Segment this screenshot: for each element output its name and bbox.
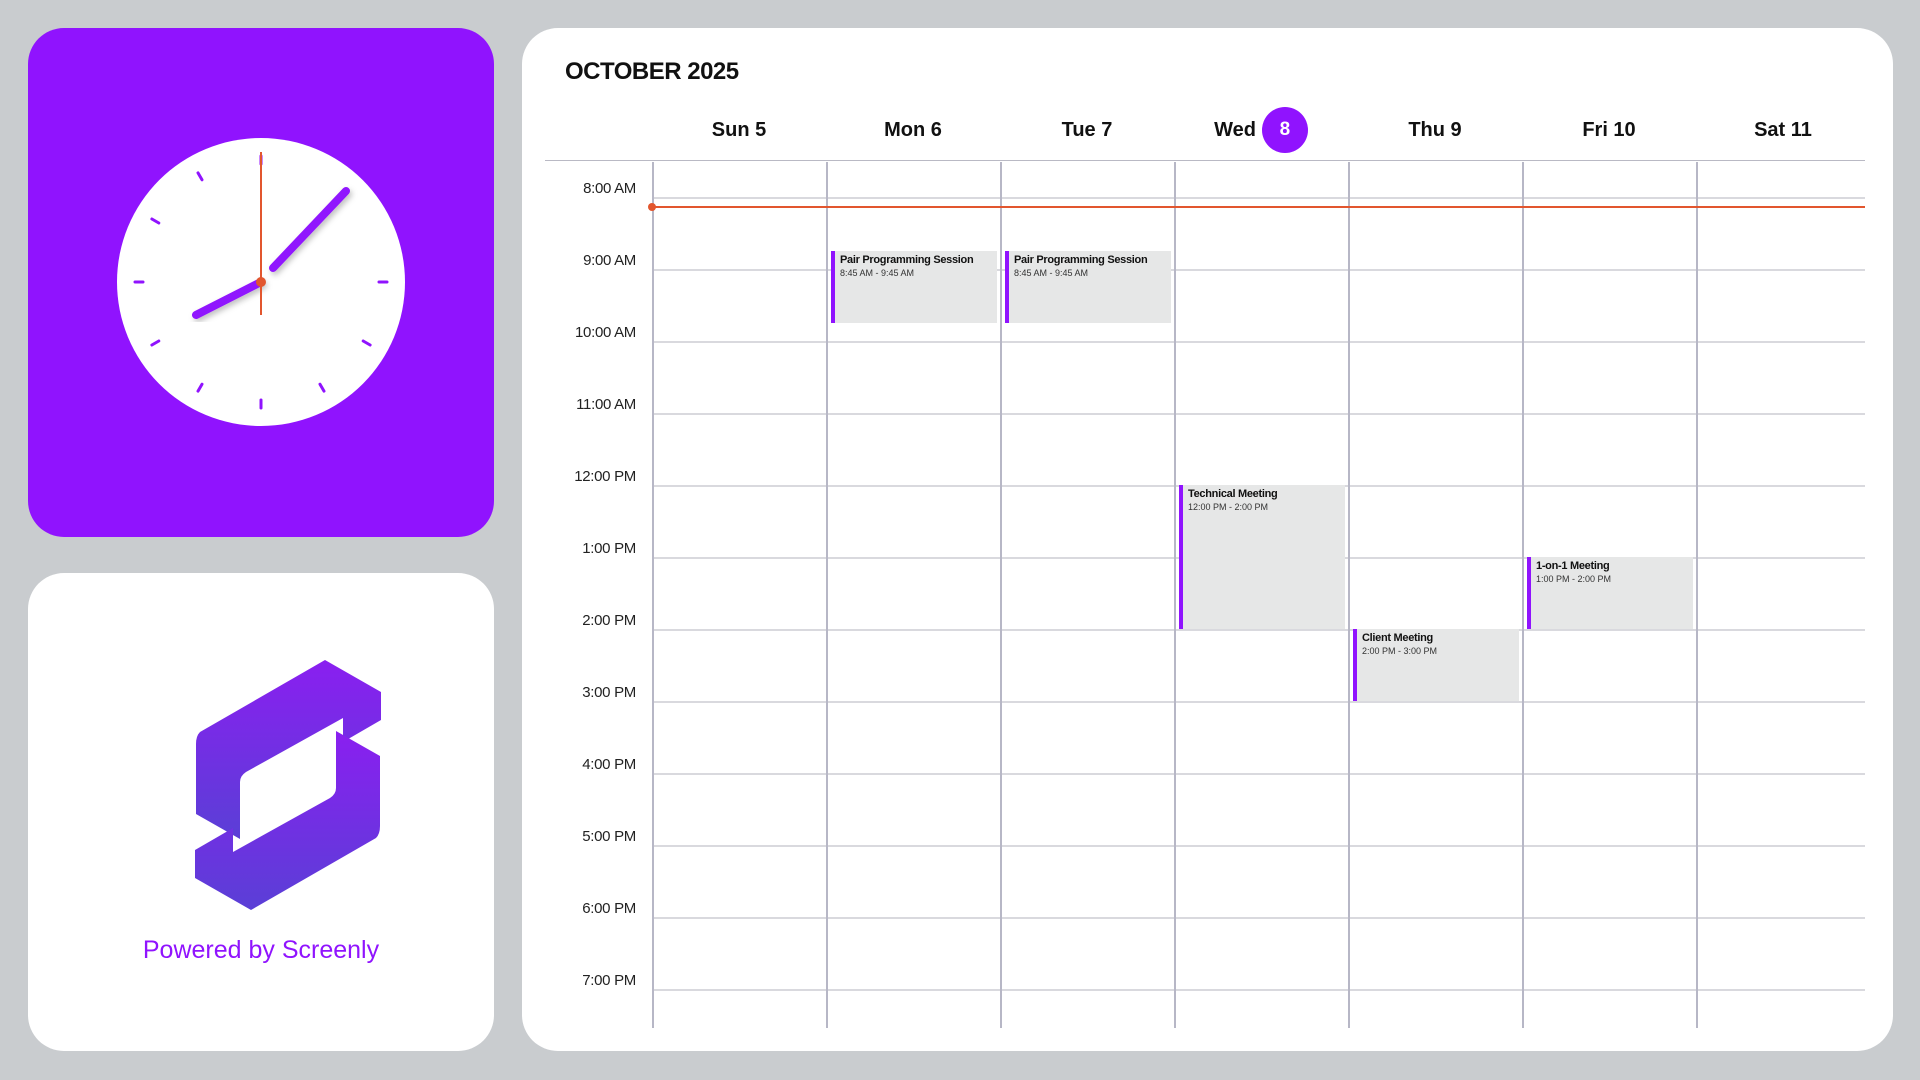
header-divider: [545, 160, 1865, 161]
event-title: Technical Meeting: [1188, 488, 1278, 500]
day-column-divider: [1348, 162, 1350, 1028]
day-name: Fri 10: [1582, 118, 1636, 141]
event-title: 1-on-1 Meeting: [1536, 560, 1610, 572]
day-column-divider: [1522, 162, 1524, 1028]
time-label: 4:00 PM: [582, 756, 636, 773]
event-title: Client Meeting: [1362, 632, 1433, 644]
hour-gridline: [652, 197, 1865, 199]
day-column-divider: [1000, 162, 1002, 1028]
time-label: 11:00 AM: [576, 396, 636, 413]
time-label: 6:00 PM: [582, 900, 636, 917]
calendar-event[interactable]: Pair Programming Session 8:45 AM - 9:45 A…: [831, 251, 997, 323]
today-date-badge: 8: [1261, 107, 1308, 153]
calendar-event[interactable]: 1-on-1 Meeting 1:00 PM - 2:00 PM: [1527, 557, 1693, 629]
calendar-event[interactable]: Client Meeting 2:00 PM - 3:00 PM: [1353, 629, 1519, 701]
hour-gridline: [652, 989, 1865, 991]
day-column-divider: [1174, 162, 1176, 1028]
event-time: 8:45 AM - 9:45 AM: [840, 268, 915, 278]
event-time: 2:00 PM - 3:00 PM: [1362, 646, 1438, 656]
analog-clock: [117, 138, 405, 426]
time-label: 5:00 PM: [582, 828, 636, 845]
day-header-tue: Tue 7: [1000, 106, 1174, 154]
event-title: Pair Programming Session: [840, 254, 974, 266]
hour-gridline: [652, 341, 1865, 343]
clock-widget: [28, 28, 494, 537]
calendar-event[interactable]: Pair Programming Session 8:45 AM - 9:45 A…: [1005, 251, 1171, 323]
powered-by-text: Powered by Screenly: [142, 936, 380, 964]
day-column-divider: [826, 162, 828, 1028]
time-label: 2:00 PM: [582, 612, 636, 629]
time-label: 8:00 AM: [583, 180, 636, 197]
event-title: Pair Programming Session: [1014, 254, 1148, 266]
calendar-event[interactable]: Technical Meeting 12:00 PM - 2:00 PM: [1179, 485, 1345, 629]
time-label: 9:00 AM: [583, 252, 636, 269]
day-name: Wed: [1214, 118, 1256, 141]
day-name: Tue 7: [1061, 118, 1113, 141]
day-header-wed: Wed 8: [1174, 106, 1348, 154]
branding-card: Powered by Screenly: [28, 573, 494, 1051]
day-name: Mon 6: [884, 118, 942, 141]
event-time: 1:00 PM - 2:00 PM: [1536, 574, 1612, 584]
calendar-title: OCTOBER 2025: [565, 58, 739, 85]
day-column-divider: [1696, 162, 1698, 1028]
hour-gridline: [652, 845, 1865, 847]
time-label: 12:00 PM: [574, 468, 636, 485]
hour-gridline: [652, 413, 1865, 415]
current-time-line: [652, 206, 1865, 208]
hour-gridline: [652, 629, 1865, 631]
day-name: Sat 11: [1754, 118, 1812, 141]
hour-gridline: [652, 773, 1865, 775]
event-time: 12:00 PM - 2:00 PM: [1188, 502, 1269, 512]
day-header-fri: Fri 10: [1522, 106, 1696, 154]
day-header-sun: Sun 5: [652, 106, 826, 154]
time-label: 10:00 AM: [575, 324, 636, 341]
screenly-logo-icon: [195, 660, 381, 910]
current-time-dot: [648, 203, 656, 211]
day-name: Thu 9: [1408, 118, 1462, 141]
time-label: 3:00 PM: [582, 684, 636, 701]
day-header-thu: Thu 9: [1348, 106, 1522, 154]
hour-gridline: [652, 701, 1865, 703]
hour-gridline: [652, 917, 1865, 919]
day-column-divider: [652, 162, 654, 1028]
event-time: 8:45 AM - 9:45 AM: [1014, 268, 1089, 278]
day-name: Sun 5: [711, 118, 767, 141]
time-label: 7:00 PM: [582, 972, 636, 989]
day-header-sat: Sat 11: [1696, 106, 1870, 154]
time-label: 1:00 PM: [582, 540, 636, 557]
clock-center-pin: [256, 277, 266, 287]
weekly-calendar: OCTOBER 2025 Sun 5 Mon 6 Tue 7 Wed 8 Thu 9 Fri…: [522, 28, 1893, 1051]
day-header-mon: Mon 6: [826, 106, 1000, 154]
